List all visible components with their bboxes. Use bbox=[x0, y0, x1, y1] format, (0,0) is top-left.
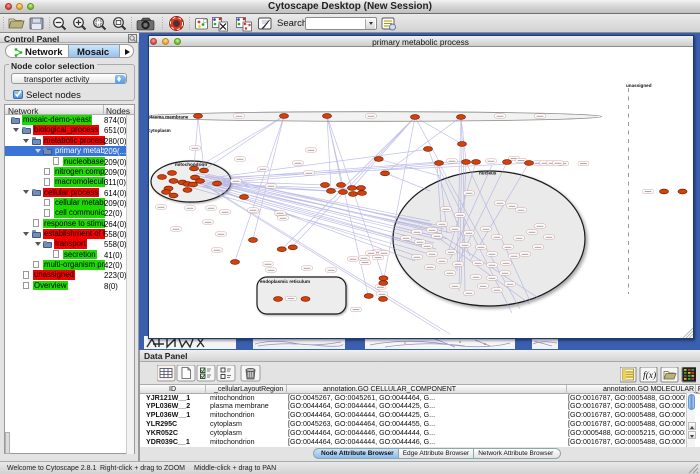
svg-text:f(x): f(x) bbox=[643, 370, 656, 381]
svg-text:endoplasmic reticulum: endoplasmic reticulum bbox=[260, 279, 310, 284]
svg-text:nucleus: nucleus bbox=[479, 170, 497, 175]
svg-text:unassigned: unassigned bbox=[626, 83, 652, 88]
svg-text:cytoplasm: cytoplasm bbox=[148, 128, 171, 133]
svg-text:mitochondrion: mitochondrion bbox=[175, 162, 207, 167]
svg-text:plasma membrane: plasma membrane bbox=[148, 114, 189, 119]
